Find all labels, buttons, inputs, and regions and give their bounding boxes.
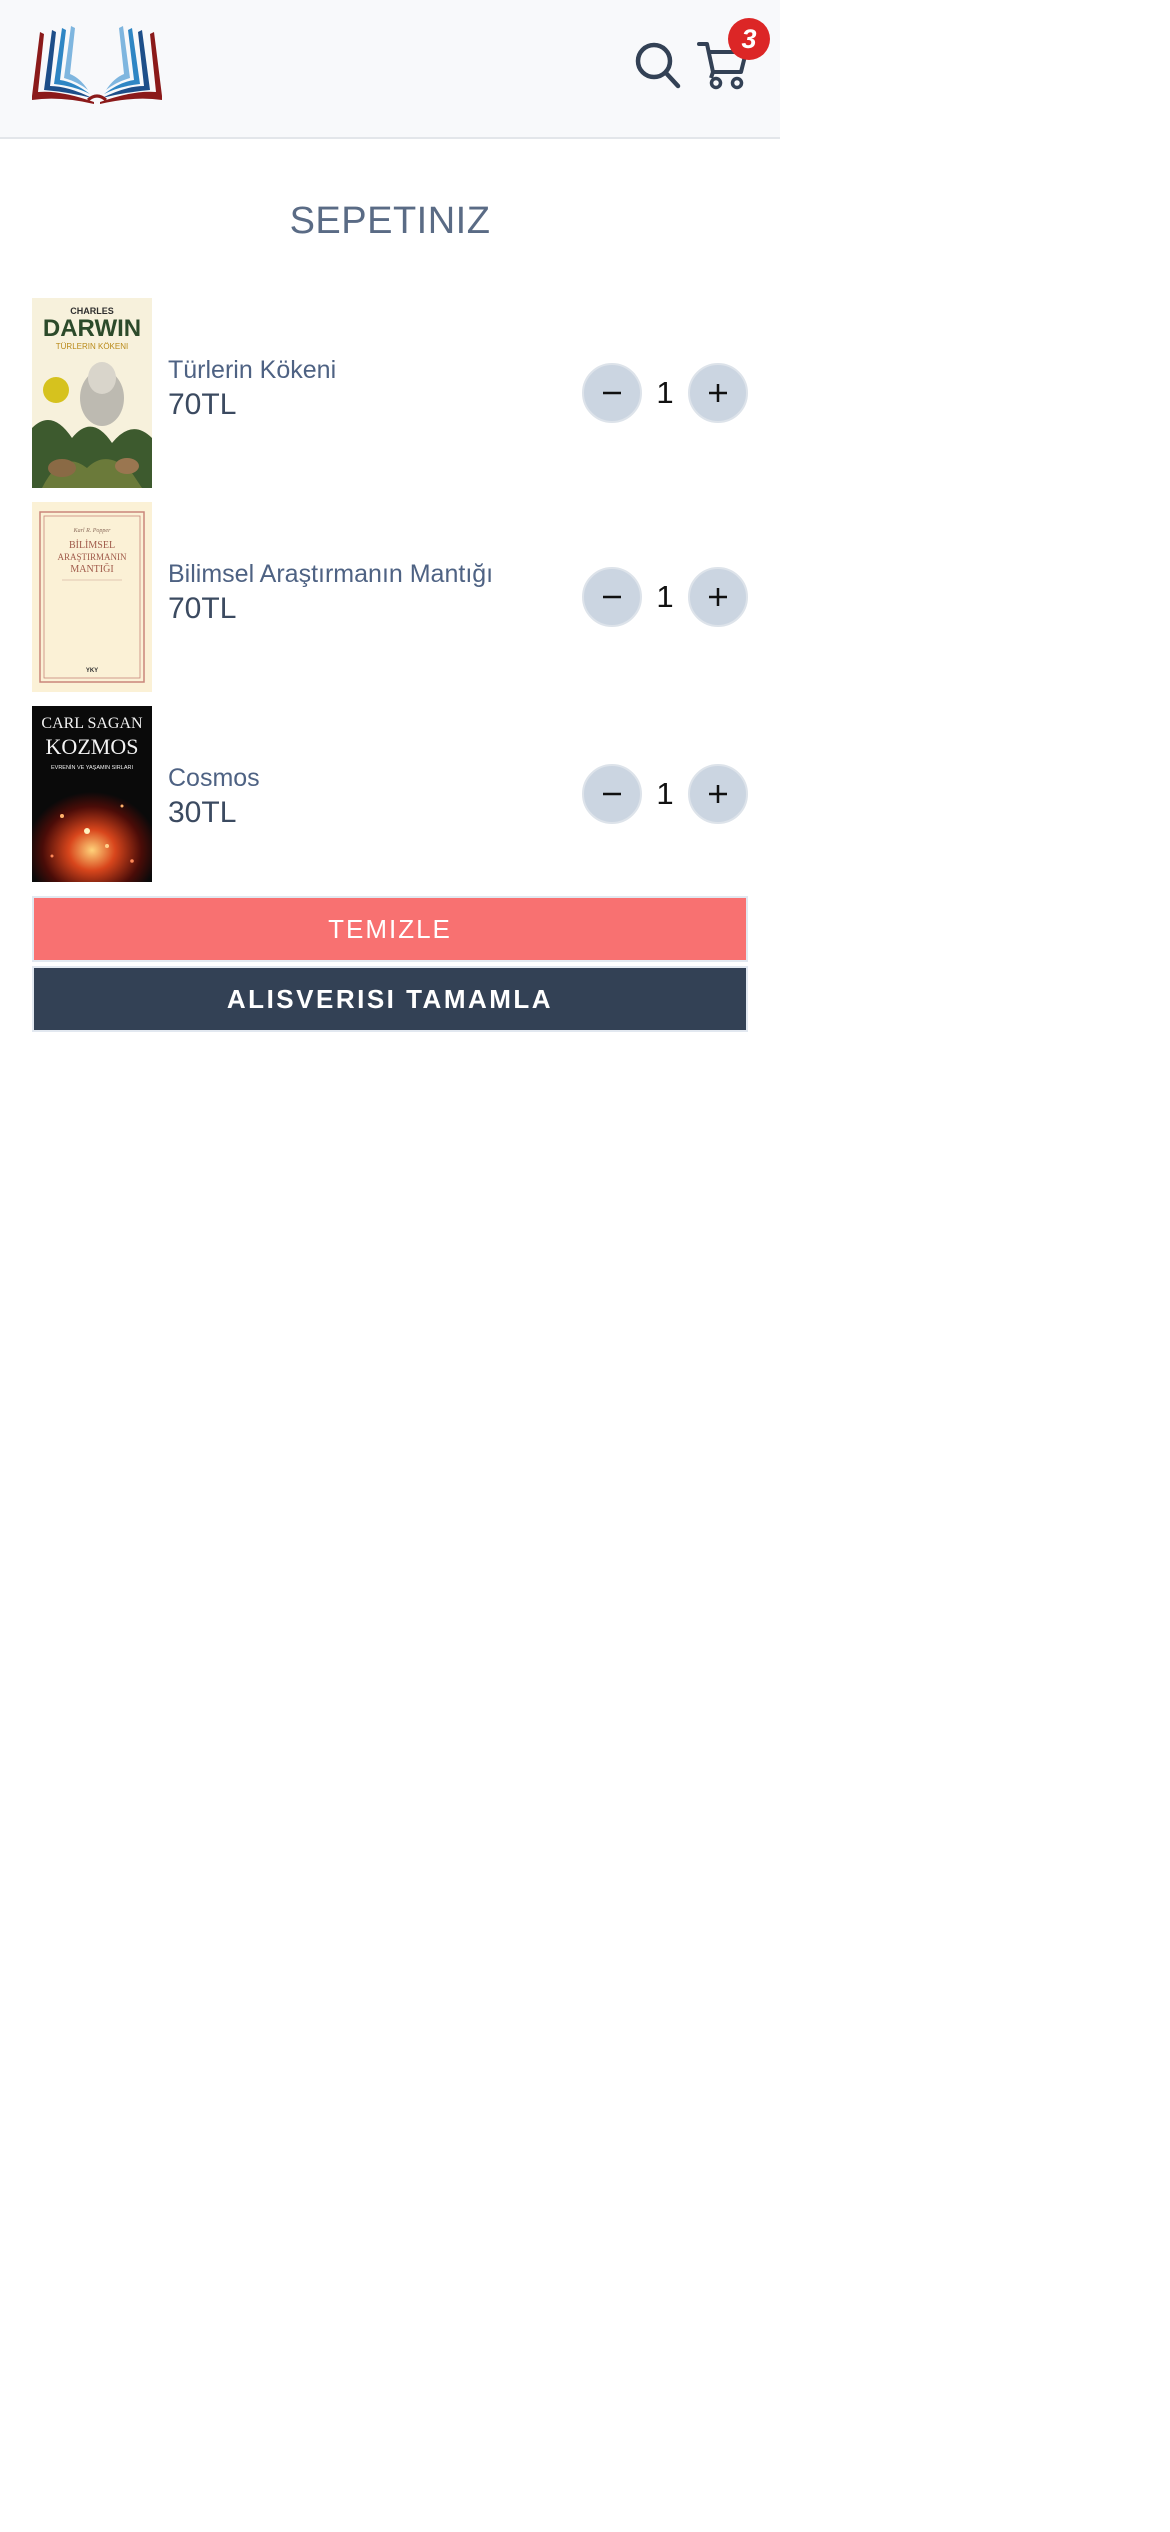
book-cover-image[interactable]: CARL SAGAN KOZMOS EVRENİN VE YAŞAMIN SIR…: [32, 706, 152, 882]
quantity-value: 1: [656, 375, 674, 410]
open-book-logo[interactable]: [30, 26, 164, 104]
svg-text:MANTIĞI: MANTIĞI: [70, 563, 113, 575]
quantity-stepper: 1: [582, 567, 748, 627]
svg-text:ARAŞTIRMANIN: ARAŞTIRMANIN: [57, 552, 127, 562]
increase-quantity-button[interactable]: [688, 764, 748, 824]
svg-text:EVRENİN VE YAŞAMIN SIRLARI: EVRENİN VE YAŞAMIN SIRLARI: [51, 764, 133, 771]
plus-icon: [709, 588, 727, 606]
svg-text:YKY: YKY: [86, 668, 98, 674]
svg-text:KOZMOS: KOZMOS: [46, 734, 139, 759]
decrease-quantity-button[interactable]: [582, 567, 642, 627]
book-cover-image[interactable]: CHARLES DARWIN TÜRLERIN KÖKENI: [32, 298, 152, 488]
quantity-value: 1: [656, 579, 674, 614]
search-button[interactable]: [634, 40, 682, 90]
cart-item: Karl R. Popper BİLİMSEL ARAŞTIRMANIN MAN…: [32, 502, 748, 692]
item-name[interactable]: Türlerin Kökeni: [168, 354, 336, 386]
increase-quantity-button[interactable]: [688, 363, 748, 423]
cart-count-badge: 3: [728, 18, 770, 60]
quantity-value: 1: [656, 776, 674, 811]
item-price: 70TL: [168, 388, 237, 421]
cart-item: CARL SAGAN KOZMOS EVRENİN VE YAŞAMIN SIR…: [32, 706, 748, 882]
quantity-stepper: 1: [582, 363, 748, 423]
decrease-quantity-button[interactable]: [582, 764, 642, 824]
svg-text:CARL SAGAN: CARL SAGAN: [41, 715, 143, 732]
svg-text:Karl R. Popper: Karl R. Popper: [73, 528, 111, 534]
quantity-stepper: 1: [582, 764, 748, 824]
app-header: 3: [0, 0, 780, 139]
minus-icon: [603, 391, 621, 395]
item-name[interactable]: Cosmos: [168, 762, 260, 794]
plus-icon: [709, 785, 727, 803]
book-cover-image[interactable]: Karl R. Popper BİLİMSEL ARAŞTIRMANIN MAN…: [32, 502, 152, 692]
checkout-button[interactable]: ALISVERISI TAMAMLA: [32, 966, 748, 1032]
svg-text:BİLİMSEL: BİLİMSEL: [69, 539, 115, 551]
item-info: Cosmos 30TL: [168, 762, 260, 832]
plus-icon: [709, 384, 727, 402]
search-icon: [635, 42, 681, 89]
clear-cart-button[interactable]: TEMIZLE: [32, 896, 748, 962]
item-price: 70TL: [168, 592, 237, 625]
item-name[interactable]: Bilimsel Araştırmanın Mantığı: [168, 558, 493, 590]
item-info: Türlerin Kökeni 70TL: [168, 354, 336, 424]
minus-icon: [603, 792, 621, 796]
svg-text:DARWIN: DARWIN: [43, 315, 141, 342]
item-price: 30TL: [168, 796, 237, 829]
item-info: Bilimsel Araştırmanın Mantığı 70TL: [168, 558, 493, 628]
minus-icon: [603, 595, 621, 599]
increase-quantity-button[interactable]: [688, 567, 748, 627]
page-title: SEPETINIZ: [289, 200, 491, 242]
decrease-quantity-button[interactable]: [582, 363, 642, 423]
cart-item: CHARLES DARWIN TÜRLERIN KÖKENI Türlerin …: [32, 298, 748, 488]
svg-text:TÜRLERIN KÖKENI: TÜRLERIN KÖKENI: [56, 342, 128, 351]
